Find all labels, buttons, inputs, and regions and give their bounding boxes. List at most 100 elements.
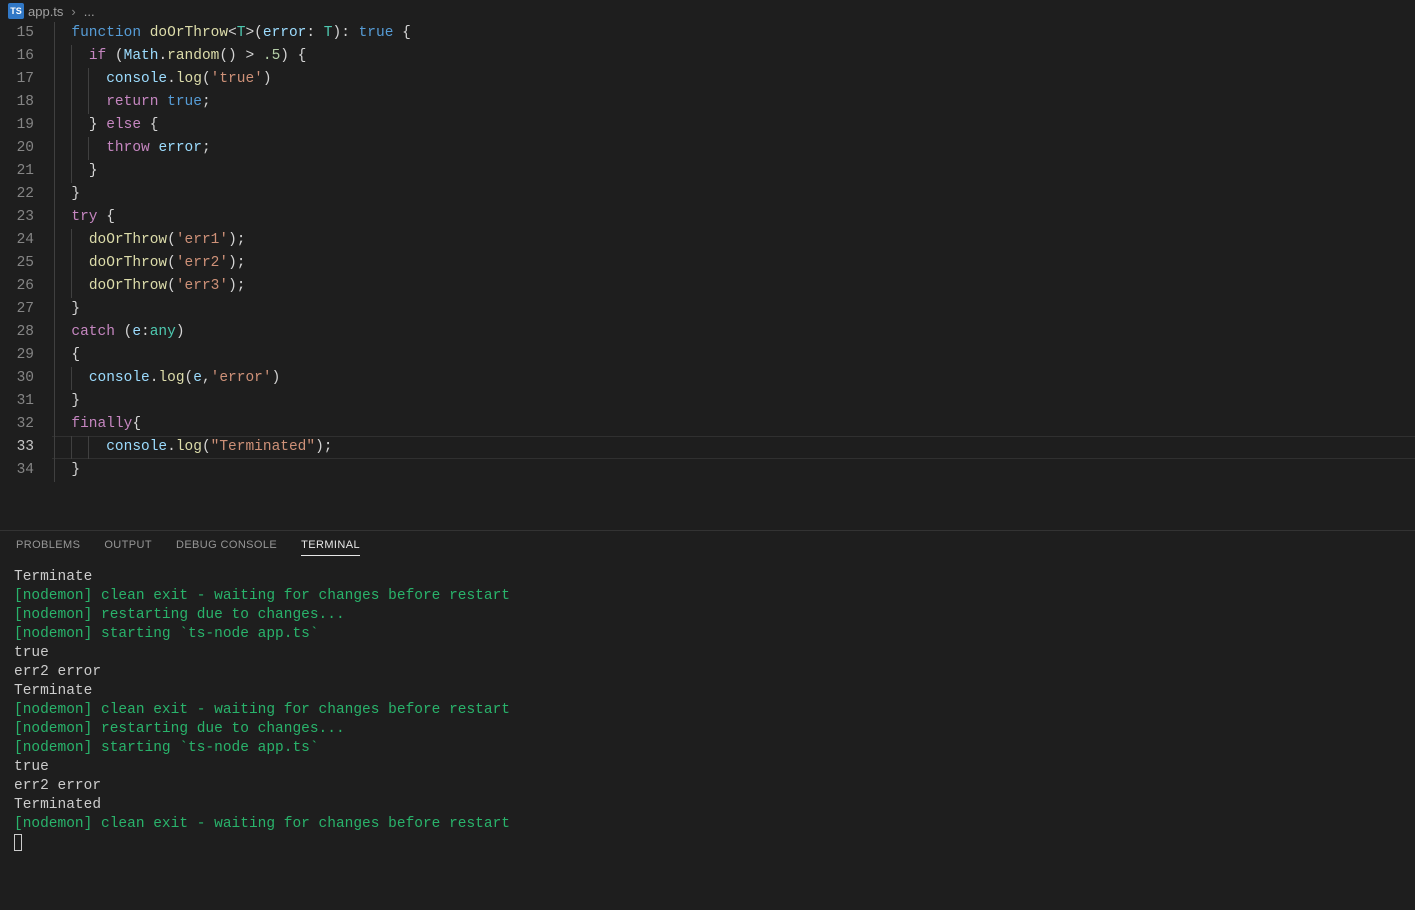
indent-guide bbox=[54, 114, 55, 137]
code-line[interactable]: 27 } bbox=[0, 298, 1415, 321]
code-line[interactable]: 26 doOrThrow('err3'); bbox=[0, 275, 1415, 298]
breadcrumb-more[interactable]: ... bbox=[84, 4, 95, 19]
panel-tab-problems[interactable]: PROBLEMS bbox=[16, 539, 80, 556]
line-number: 30 bbox=[0, 367, 54, 390]
code-text[interactable]: console.log("Terminated"); bbox=[54, 436, 1415, 459]
indent-guide bbox=[54, 367, 55, 390]
code-text[interactable]: doOrThrow('err3'); bbox=[54, 275, 1415, 298]
line-number: 33 bbox=[0, 436, 54, 459]
indent-guide bbox=[54, 68, 55, 91]
indent-guide bbox=[54, 252, 55, 275]
code-line[interactable]: 28 catch (e:any) bbox=[0, 321, 1415, 344]
code-text[interactable]: try { bbox=[54, 206, 1415, 229]
indent-guide bbox=[54, 298, 55, 321]
indent-guide bbox=[71, 436, 72, 459]
indent-guide bbox=[71, 114, 72, 137]
code-text[interactable]: catch (e:any) bbox=[54, 321, 1415, 344]
terminal-line: true bbox=[14, 644, 1401, 663]
indent-guide bbox=[54, 160, 55, 183]
terminal-line: [nodemon] clean exit - waiting for chang… bbox=[14, 701, 1401, 720]
code-line[interactable]: 15 function doOrThrow<T>(error: T): true… bbox=[0, 22, 1415, 45]
terminal-line: [nodemon] clean exit - waiting for chang… bbox=[14, 587, 1401, 606]
code-line[interactable]: 32 finally{ bbox=[0, 413, 1415, 436]
line-number: 25 bbox=[0, 252, 54, 275]
code-text[interactable]: throw error; bbox=[54, 137, 1415, 160]
code-text[interactable]: } bbox=[54, 160, 1415, 183]
code-text[interactable]: doOrThrow('err1'); bbox=[54, 229, 1415, 252]
indent-guide bbox=[54, 229, 55, 252]
code-text[interactable]: } else { bbox=[54, 114, 1415, 137]
terminal-line: err2 error bbox=[14, 663, 1401, 682]
line-number: 27 bbox=[0, 298, 54, 321]
line-number: 16 bbox=[0, 45, 54, 68]
terminal-line: [nodemon] starting `ts-node app.ts` bbox=[14, 625, 1401, 644]
code-text[interactable]: return true; bbox=[54, 91, 1415, 114]
line-number: 29 bbox=[0, 344, 54, 367]
code-text[interactable]: } bbox=[54, 298, 1415, 321]
code-text[interactable]: } bbox=[54, 183, 1415, 206]
indent-guide bbox=[88, 91, 89, 114]
terminal-line: [nodemon] starting `ts-node app.ts` bbox=[14, 739, 1401, 758]
line-number: 15 bbox=[0, 22, 54, 45]
code-line[interactable]: 16 if (Math.random() > .5) { bbox=[0, 45, 1415, 68]
line-number: 28 bbox=[0, 321, 54, 344]
line-number: 24 bbox=[0, 229, 54, 252]
panel-tab-output[interactable]: OUTPUT bbox=[104, 539, 152, 556]
code-line[interactable]: 21 } bbox=[0, 160, 1415, 183]
code-line[interactable]: 18 return true; bbox=[0, 91, 1415, 114]
panel-tabs: PROBLEMS OUTPUT DEBUG CONSOLE TERMINAL bbox=[0, 531, 1415, 562]
line-number: 26 bbox=[0, 275, 54, 298]
code-line[interactable]: 30 console.log(e,'error') bbox=[0, 367, 1415, 390]
terminal-line: [nodemon] restarting due to changes... bbox=[14, 720, 1401, 739]
code-line[interactable]: 29 { bbox=[0, 344, 1415, 367]
indent-guide bbox=[71, 137, 72, 160]
line-number: 17 bbox=[0, 68, 54, 91]
code-text[interactable]: } bbox=[54, 459, 1415, 482]
line-number: 31 bbox=[0, 390, 54, 413]
terminal-cursor bbox=[14, 834, 22, 851]
code-text[interactable]: console.log('true') bbox=[54, 68, 1415, 91]
indent-guide bbox=[71, 229, 72, 252]
terminal-output[interactable]: Terminate[nodemon] clean exit - waiting … bbox=[0, 562, 1415, 910]
code-line[interactable]: 33 console.log("Terminated"); bbox=[0, 436, 1415, 459]
indent-guide bbox=[54, 321, 55, 344]
indent-guide bbox=[54, 413, 55, 436]
code-text[interactable]: } bbox=[54, 390, 1415, 413]
code-text[interactable]: finally{ bbox=[54, 413, 1415, 436]
terminal-line: Terminate bbox=[14, 682, 1401, 701]
line-number: 34 bbox=[0, 459, 54, 482]
terminal-line: Terminate bbox=[14, 568, 1401, 587]
indent-guide bbox=[88, 137, 89, 160]
breadcrumb[interactable]: TS app.ts › ... bbox=[0, 0, 1415, 22]
terminal-line: [nodemon] restarting due to changes... bbox=[14, 606, 1401, 625]
code-text[interactable]: doOrThrow('err2'); bbox=[54, 252, 1415, 275]
code-line[interactable]: 24 doOrThrow('err1'); bbox=[0, 229, 1415, 252]
code-line[interactable]: 25 doOrThrow('err2'); bbox=[0, 252, 1415, 275]
panel-tab-terminal[interactable]: TERMINAL bbox=[301, 539, 360, 556]
code-line[interactable]: 34 } bbox=[0, 459, 1415, 482]
terminal-line: Terminated bbox=[14, 796, 1401, 815]
code-line[interactable]: 19 } else { bbox=[0, 114, 1415, 137]
code-text[interactable]: { bbox=[54, 344, 1415, 367]
indent-guide bbox=[71, 68, 72, 91]
code-text[interactable]: if (Math.random() > .5) { bbox=[54, 45, 1415, 68]
indent-guide bbox=[71, 45, 72, 68]
indent-guide bbox=[54, 91, 55, 114]
terminal-line: err2 error bbox=[14, 777, 1401, 796]
code-editor[interactable]: 15 function doOrThrow<T>(error: T): true… bbox=[0, 22, 1415, 530]
code-line[interactable]: 31 } bbox=[0, 390, 1415, 413]
code-line[interactable]: 17 console.log('true') bbox=[0, 68, 1415, 91]
code-line[interactable]: 20 throw error; bbox=[0, 137, 1415, 160]
panel-tab-debug[interactable]: DEBUG CONSOLE bbox=[176, 539, 277, 556]
code-line[interactable]: 23 try { bbox=[0, 206, 1415, 229]
breadcrumb-file[interactable]: app.ts bbox=[28, 4, 63, 19]
code-text[interactable]: function doOrThrow<T>(error: T): true { bbox=[54, 22, 1415, 45]
line-number: 22 bbox=[0, 183, 54, 206]
indent-guide bbox=[54, 390, 55, 413]
line-number: 32 bbox=[0, 413, 54, 436]
code-line[interactable]: 22 } bbox=[0, 183, 1415, 206]
indent-guide bbox=[54, 459, 55, 482]
indent-guide bbox=[54, 22, 55, 45]
indent-guide bbox=[71, 275, 72, 298]
code-text[interactable]: console.log(e,'error') bbox=[54, 367, 1415, 390]
